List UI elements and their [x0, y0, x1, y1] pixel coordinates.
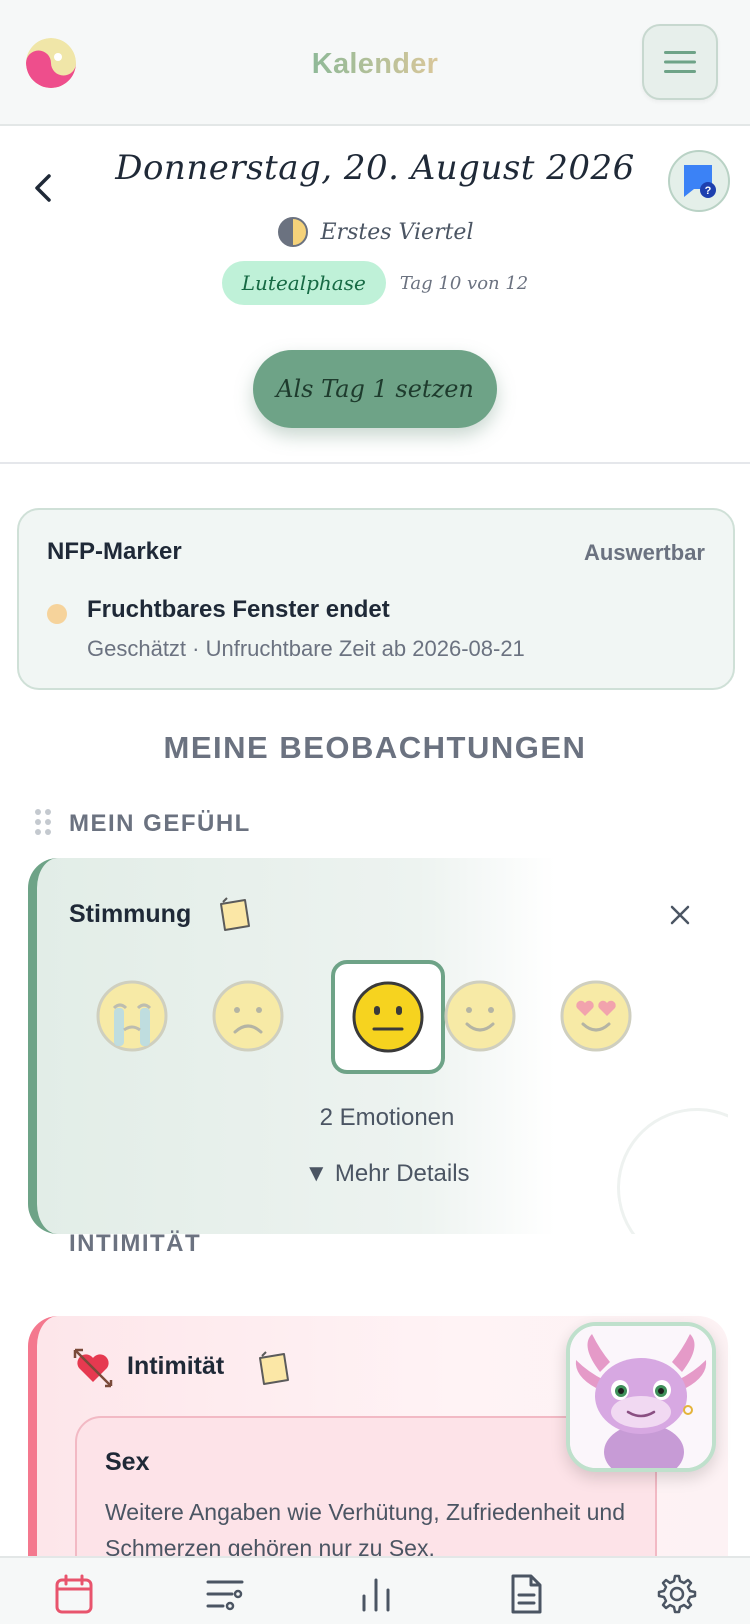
- moon-phase-row: Erstes Viertel: [0, 216, 750, 248]
- close-icon: [670, 905, 690, 925]
- hamburger-menu-icon: [664, 51, 696, 73]
- document-icon: [511, 1574, 542, 1614]
- nfp-status: Auswertbar: [583, 540, 705, 565]
- nfp-status-dot: [47, 604, 67, 624]
- mood-title: Stimmung: [69, 900, 192, 928]
- nfp-event: Fruchtbares Fenster endet: [87, 596, 390, 623]
- note-icon[interactable]: [254, 1350, 292, 1388]
- heart-eyes-emoji-icon[interactable]: [558, 978, 634, 1054]
- cycle-day-label: Tag 10 von 12: [399, 272, 529, 294]
- settings-icon: [657, 1574, 697, 1614]
- cycle-phase-row: Lutealphase Tag 10 von 12: [0, 261, 750, 305]
- close-mood-button[interactable]: [665, 900, 695, 930]
- first-quarter-moon-icon: [277, 217, 308, 247]
- bottom-navigation: [0, 1556, 750, 1624]
- app-bar: Kalender: [0, 0, 750, 126]
- nav-calendar[interactable]: [50, 1570, 98, 1618]
- svg-text:?: ?: [705, 185, 712, 197]
- drag-handle-icon[interactable]: [34, 808, 52, 836]
- axolotl-assistant-avatar[interactable]: [566, 1322, 716, 1472]
- more-details-toggle[interactable]: ▼ Mehr Details: [37, 1160, 728, 1188]
- very-sad-emoji-icon[interactable]: [94, 978, 170, 1054]
- day-header: Donnerstag, 20. August 2026 ? Erstes Vie…: [0, 128, 750, 464]
- happy-emoji-icon[interactable]: [442, 978, 518, 1054]
- sad-emoji-icon[interactable]: [210, 978, 286, 1054]
- chat-help-icon: ?: [684, 165, 716, 198]
- app-title: Kalender: [311, 48, 439, 80]
- heart-arrow-icon: [73, 1348, 113, 1388]
- sex-title: Sex: [105, 1448, 150, 1476]
- observations-heading: MEINE BEOBACHTUNGEN: [163, 730, 587, 765]
- filters-icon: [206, 1580, 244, 1611]
- cycle-phase-badge: Lutealphase: [221, 261, 386, 305]
- nfp-title: NFP-Marker: [47, 538, 182, 565]
- stats-icon: [362, 1578, 390, 1612]
- set-day-one-button[interactable]: Als Tag 1 setzen: [253, 350, 497, 428]
- hamburger-menu-button[interactable]: [642, 24, 718, 100]
- calendar-icon: [55, 1574, 93, 1614]
- nav-statistics[interactable]: [352, 1570, 400, 1618]
- mood-card: Stimmung 2 Emotionen ▼ Mehr Details: [28, 858, 728, 1234]
- nfp-marker-card: NFP-Marker Auswertbar Fruchtbares Fenste…: [17, 508, 735, 690]
- nfp-detail: Geschätzt · Unfruchtbare Zeit ab 2026-08…: [87, 636, 525, 661]
- feeling-section-label: MEIN GEFÜHL: [69, 810, 251, 837]
- sex-description: Weitere Angaben wie Verhütung, Zufrieden…: [105, 1499, 625, 1556]
- emotion-count: 2 Emotionen: [319, 1104, 455, 1131]
- intimacy-title: Intimität: [127, 1352, 225, 1380]
- intimacy-section-label: INTIMITÄT: [69, 1230, 202, 1257]
- date-title: Donnerstag, 20. August 2026: [115, 148, 635, 188]
- nav-documents[interactable]: [502, 1570, 550, 1618]
- neutral-emoji-icon[interactable]: [350, 979, 426, 1055]
- note-icon[interactable]: [215, 896, 253, 934]
- help-chat-button[interactable]: ?: [668, 150, 730, 212]
- nav-filters[interactable]: [201, 1570, 249, 1618]
- moon-phase-label: Erstes Viertel: [320, 219, 474, 245]
- nav-settings[interactable]: [653, 1570, 701, 1618]
